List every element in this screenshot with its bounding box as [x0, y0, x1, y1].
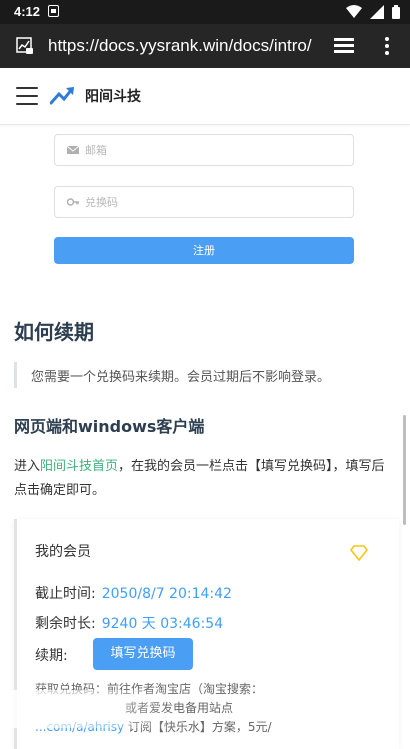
status-icons — [346, 3, 400, 21]
status-time: 4:12 — [14, 4, 41, 19]
site-brand[interactable]: 阳间斗技 — [85, 86, 141, 106]
scrollbar[interactable] — [403, 415, 406, 525]
expiry-row: 截止时间: 2050/8/7 20:14:42 — [35, 583, 232, 603]
email-field[interactable]: 邮箱 — [54, 134, 354, 166]
notification-icon — [48, 5, 59, 17]
info-quote: 您需要一个兑换码来续期。会员过期后不影响登录。 — [14, 362, 397, 388]
member-card-title: 我的会员 — [35, 544, 91, 560]
site-header: 阳间斗技 — [0, 68, 410, 125]
hamburger-menu-icon[interactable] — [16, 87, 38, 105]
remaining-value: 9240 天 03:46:54 — [101, 616, 224, 632]
key-icon — [67, 198, 79, 206]
code-placeholder: 兑换码 — [85, 196, 118, 209]
site-info-icon[interactable] — [16, 37, 34, 55]
expiry-label: 截止时间: — [35, 586, 96, 602]
signal-icon — [370, 5, 384, 19]
code-field[interactable]: 兑换码 — [54, 186, 354, 218]
browser-toolbar: https://docs.yysrank.win/docs/intro/ — [0, 24, 410, 68]
quote-text: 您需要一个兑换码来续期。会员过期后不影响登录。 — [31, 370, 331, 385]
renew-label: 续期: — [35, 648, 68, 664]
fill-code-button[interactable]: 填写兑换码 — [93, 638, 193, 670]
homepage-link[interactable]: 阳间斗技首页 — [40, 459, 118, 474]
battery-icon — [392, 5, 400, 19]
wifi-icon — [346, 5, 362, 18]
overflow-menu-icon[interactable] — [380, 36, 394, 56]
para-prefix: 进入 — [14, 459, 41, 474]
email-placeholder: 邮箱 — [85, 144, 107, 157]
section-heading: 如何续期 — [14, 320, 94, 344]
tabs-icon[interactable] — [334, 36, 354, 56]
mail-icon — [67, 145, 79, 154]
status-bar: 4:12 — [0, 0, 410, 24]
instruction-paragraph: 进入阳间斗技首页，在我的会员一栏点击【填写兑换码】，填写后点击确定即可。 — [14, 455, 396, 503]
remaining-row: 剩余时长: 9240 天 03:46:54 — [35, 613, 223, 633]
diamond-icon — [350, 545, 368, 561]
url-bar[interactable]: https://docs.yysrank.win/docs/intro/ — [48, 36, 316, 56]
register-button[interactable]: 注册 — [54, 237, 354, 264]
trend-logo-icon[interactable] — [50, 84, 76, 106]
bottom-fade-overlay — [0, 690, 180, 728]
remaining-label: 剩余时长: — [35, 616, 96, 632]
expiry-value: 2050/8/7 20:14:42 — [101, 586, 232, 602]
subsection-heading: 网页端和windows客户端 — [14, 417, 205, 436]
